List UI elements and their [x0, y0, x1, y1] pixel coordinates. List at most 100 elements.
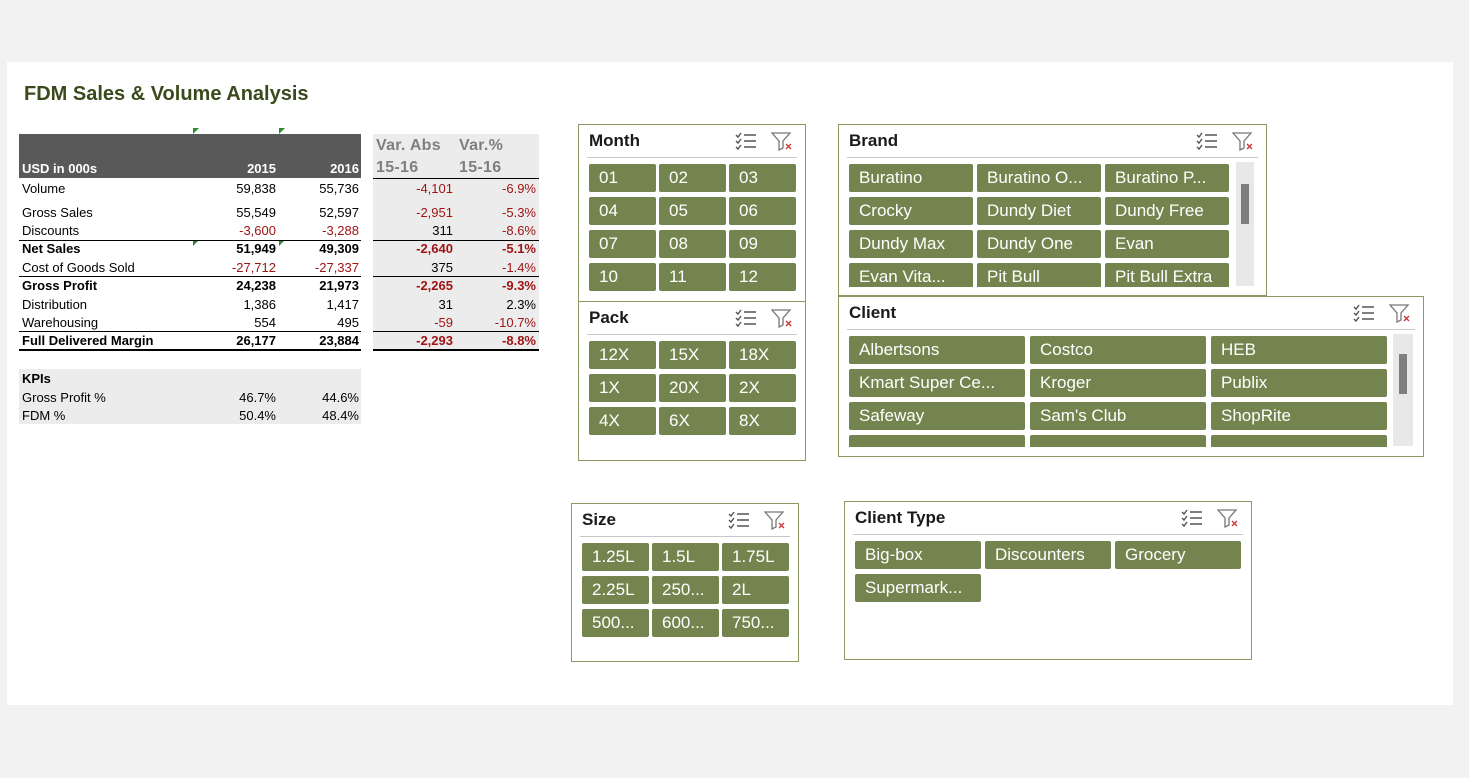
cell-value: 26,177 — [236, 333, 276, 348]
brand-slicer: Brand Buratino Buratino O... Buratino P... C… — [838, 124, 1267, 296]
cell-value: -27,337 — [314, 260, 359, 275]
slicer-button[interactable]: Big-box — [855, 541, 981, 569]
cell-value: -4,101 — [416, 181, 453, 196]
slicer-button[interactable]: 12X — [589, 341, 656, 369]
cell-value: -2,293 — [416, 333, 453, 348]
slicer-button[interactable]: Costco — [1030, 336, 1206, 364]
cell-value: Discounts — [22, 223, 80, 238]
cell-value: -3,600 — [239, 223, 276, 238]
divider — [19, 240, 361, 241]
divider — [19, 331, 361, 332]
slicer-button[interactable]: 03 — [729, 164, 796, 192]
cell-value: FDM % — [22, 408, 66, 423]
slicer-button[interactable]: 2L — [722, 576, 789, 604]
slicer-button[interactable]: 01 — [589, 164, 656, 192]
slicer-button[interactable] — [849, 435, 1025, 447]
slicer-button[interactable]: 2.25L — [582, 576, 649, 604]
slicer-button[interactable]: HEB — [1211, 336, 1387, 364]
slicer-button[interactable]: Crocky — [849, 197, 973, 225]
table-row: Discounts -3,600 -3,288 — [19, 223, 361, 241]
slicer-button[interactable]: Dundy Diet — [977, 197, 1101, 225]
slicer-button[interactable]: 2X — [729, 374, 796, 402]
divider — [373, 240, 539, 241]
slicer-button[interactable]: 750... — [722, 609, 789, 637]
slicer-button[interactable]: 8X — [729, 407, 796, 435]
slicer-button[interactable]: Dundy One — [977, 230, 1101, 258]
slicer-button[interactable]: Evan — [1105, 230, 1229, 258]
slicer-button[interactable]: 600... — [652, 609, 719, 637]
slicer-items: 1.25L 1.5L 1.75L 2.25L 250... 2L 500... 600... 7… — [572, 504, 798, 661]
slicer-button[interactable]: 09 — [729, 230, 796, 258]
slicer-button[interactable]: Pit Bull Extra — [1105, 263, 1229, 287]
scrollbar-thumb[interactable] — [1241, 184, 1249, 224]
cell-value: Gross Profit % — [22, 390, 106, 405]
slicer-items: Albertsons Costco HEB Kmart Super Ce... Krog… — [839, 297, 1423, 447]
slicer-button[interactable]: 05 — [659, 197, 726, 225]
slicer-button[interactable]: Discounters — [985, 541, 1111, 569]
cell-value: 55,549 — [236, 205, 276, 220]
slicer-button[interactable]: 02 — [659, 164, 726, 192]
cell-value: 44.6% — [322, 390, 359, 405]
slicer-button[interactable]: Evan Vita... — [849, 263, 973, 287]
slicer-button[interactable]: 250... — [652, 576, 719, 604]
divider — [19, 349, 361, 351]
slicer-button[interactable]: 08 — [659, 230, 726, 258]
slicer-button[interactable]: 18X — [729, 341, 796, 369]
slicer-button[interactable]: Sam's Club — [1030, 402, 1206, 430]
slicer-button[interactable]: 06 — [729, 197, 796, 225]
scrollbar-thumb[interactable] — [1399, 354, 1407, 394]
var-abs-label: Var. Abs — [376, 137, 441, 154]
cell-value: -6.9% — [502, 181, 536, 196]
var-pct-period: 15-16 — [459, 159, 502, 176]
slicer-button[interactable]: Buratino O... — [977, 164, 1101, 192]
slicer-button[interactable]: 1.75L — [722, 543, 789, 571]
table-header: USD in 000s 2015 2016 — [19, 134, 361, 178]
pack-slicer: Pack 12X 15X 18X 1X 20X 2X 4X 6X 8X — [578, 301, 806, 461]
slicer-button[interactable]: Supermark... — [855, 574, 981, 602]
kpi-row: FDM % 50.4% 48.4% — [19, 408, 361, 426]
slicer-button[interactable]: Dundy Max — [849, 230, 973, 258]
cell-value: 2.3% — [506, 297, 536, 312]
cell-value: -8.6% — [502, 223, 536, 238]
slicer-button[interactable]: Dundy Free — [1105, 197, 1229, 225]
slicer-button[interactable]: Grocery — [1115, 541, 1241, 569]
slicer-button[interactable]: 10 — [589, 263, 656, 291]
scrollbar[interactable] — [1236, 162, 1254, 286]
slicer-button[interactable] — [1211, 435, 1387, 447]
divider — [373, 178, 539, 179]
slicer-button[interactable]: 07 — [589, 230, 656, 258]
slicer-button[interactable]: ShopRite — [1211, 402, 1387, 430]
client-slicer: Client Albertsons Costco HEB Kmart Super Ce.… — [838, 296, 1424, 457]
slicer-button[interactable]: 12 — [729, 263, 796, 291]
slicer-button[interactable]: 1.25L — [582, 543, 649, 571]
slicer-button[interactable]: 15X — [659, 341, 726, 369]
comment-marker — [279, 128, 285, 134]
slicer-button[interactable]: 11 — [659, 263, 726, 291]
cell-value: -8.8% — [502, 333, 536, 348]
slicer-button[interactable]: Publix — [1211, 369, 1387, 397]
slicer-button[interactable]: 1.5L — [652, 543, 719, 571]
slicer-button[interactable]: Buratino P... — [1105, 164, 1229, 192]
variance-row: -2,265 -9.3% — [373, 278, 539, 296]
comment-marker — [193, 128, 199, 134]
slicer-button[interactable]: Buratino — [849, 164, 973, 192]
divider — [373, 276, 539, 277]
slicer-button[interactable]: 500... — [582, 609, 649, 637]
slicer-button[interactable]: 6X — [659, 407, 726, 435]
slicer-button[interactable]: 04 — [589, 197, 656, 225]
slicer-button[interactable]: Kmart Super Ce... — [849, 369, 1025, 397]
slicer-button[interactable] — [1030, 435, 1206, 447]
slicer-button[interactable]: Pit Bull — [977, 263, 1101, 287]
cell-value: 554 — [254, 315, 276, 330]
kpi-row: Gross Profit % 46.7% 44.6% — [19, 390, 361, 408]
slicer-button[interactable]: 1X — [589, 374, 656, 402]
slicer-button[interactable]: Albertsons — [849, 336, 1025, 364]
cell-value: 31 — [438, 297, 453, 312]
slicer-button[interactable]: Kroger — [1030, 369, 1206, 397]
scrollbar[interactable] — [1393, 334, 1413, 446]
slicer-button[interactable]: 4X — [589, 407, 656, 435]
slicer-items: Buratino Buratino O... Buratino P... Crocky… — [839, 125, 1266, 287]
slicer-button[interactable]: 20X — [659, 374, 726, 402]
divider — [19, 276, 361, 277]
slicer-button[interactable]: Safeway — [849, 402, 1025, 430]
